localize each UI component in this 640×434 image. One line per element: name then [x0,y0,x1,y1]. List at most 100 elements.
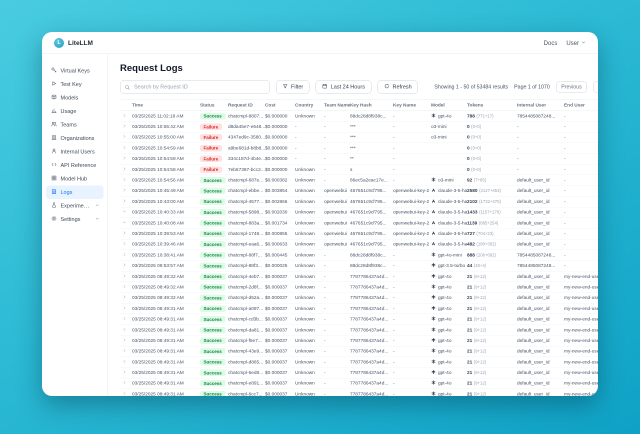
table-row[interactable]: 03/25/2025 08:49:31 AMSuccesschatcmpl-a0… [120,304,598,315]
sidebar-item-experimental[interactable]: Experimental [46,199,104,213]
cell-expand [120,113,132,120]
cell-country: Unknown [295,113,324,119]
sidebar-item-organizations[interactable]: Organizations [46,132,104,146]
sidebar-item-api-reference[interactable]: API Reference [46,159,104,173]
chevron-right-icon[interactable] [122,230,127,237]
table-row[interactable]: 03/25/2025 08:49:31 AMSuccesschatcmpl-43… [120,346,598,357]
chevron-right-icon[interactable] [122,305,127,312]
table-row[interactable]: 03/25/2025 08:49:31 AMSuccesschatcmpl-e8… [120,378,598,389]
table-row[interactable]: 03/25/2025 08:49:32 AMSuccesschatcmpl-4e… [120,271,598,282]
sidebar-item-virtual-keys[interactable]: Virtual Keys [46,64,104,78]
table-row[interactable]: 03/25/2025 10:54:56 AMSuccesschatcmpl-68… [120,175,598,186]
cell-request-id: chatcmpl-43e9... [228,349,265,355]
table-row[interactable]: 03/25/2025 08:49:32 AMSuccesschatcmpl-2d… [120,282,598,293]
cell-key-name: openwebui-key-2 [393,242,431,248]
filter-button[interactable]: Filter [276,80,310,94]
chevron-right-icon[interactable] [122,380,127,387]
cell-model: gpt-4o [431,359,467,366]
chevron-right-icon[interactable] [122,156,127,163]
cell-key-name: - [393,113,431,119]
chevron-right-icon[interactable] [122,124,127,131]
table-row[interactable]: 03/25/2025 11:02:18 AMSuccesschatcmpl-88… [120,111,598,122]
model-name: o3-mini [431,135,447,141]
cell-expand [120,337,132,344]
previous-page-button[interactable]: Previous [556,82,587,93]
table-row[interactable]: 03/25/2025 08:49:31 AMSuccesschatcmpl-6c… [120,389,598,396]
sidebar-item-test-key[interactable]: Test Key [46,78,104,92]
table-row[interactable]: 03/25/2025 10:39:46 AMSuccesschatcmpl-ea… [120,239,598,250]
chevron-right-icon[interactable] [122,113,127,120]
chevron-right-icon[interactable] [122,370,127,377]
status-badge: Failure [200,166,222,173]
sidebar-item-logs[interactable]: Logs [46,186,104,200]
chevron-right-icon[interactable] [122,273,127,280]
next-page-button[interactable]: Next [593,82,598,93]
pagination: Showing 1 - 50 of 53484 results Page 1 o… [434,82,598,93]
table-row[interactable]: 03/25/2025 10:40:08 AMSuccesschatcmpl-88… [120,218,598,229]
chevron-right-icon[interactable] [122,348,127,355]
docs-link[interactable]: Docs [544,39,558,46]
sidebar-item-internal-users[interactable]: Internal Users [46,145,104,159]
sidebar-item-usage[interactable]: Usage [46,105,104,119]
sidebar-item-model-hub[interactable]: Model Hub [46,172,104,186]
chevron-right-icon[interactable] [122,316,127,323]
chevron-right-icon[interactable] [122,134,127,141]
sidebar-item-teams[interactable]: Teams [46,118,104,132]
cell-tokens: 482(180+302) [467,242,517,248]
chevron-right-icon[interactable] [122,198,127,205]
table-row[interactable]: 03/25/2025 08:49:31 AMSuccesschatcmpl-f5… [120,336,598,347]
cell-status: Success [200,359,228,366]
cell-expand [120,134,132,141]
chevron-right-icon[interactable] [122,145,127,152]
table-row[interactable]: 03/25/2025 10:43:00 AMSuccesschatcmpl-45… [120,197,598,208]
table-row[interactable]: 03/25/2025 10:39:53 AMSuccesschatcmpl-17… [120,229,598,240]
cell-model: gpt-4o [431,284,467,291]
table-row[interactable]: 03/25/2025 08:49:32 AMSuccesschatcmpl-d5… [120,293,598,304]
table-row[interactable]: 03/25/2025 08:49:31 AMSuccesschatcmpl-cd… [120,314,598,325]
chevron-right-icon[interactable] [122,252,127,259]
chevron-right-icon[interactable] [122,391,127,396]
table-row[interactable]: 03/25/2025 10:55:00 AMFailure4347ed9c-35… [120,132,598,143]
table-row[interactable]: 03/25/2025 08:49:31 AMSuccesschatcmpl-6e… [120,368,598,379]
chevron-right-icon[interactable] [122,359,127,366]
chart-icon [51,108,57,116]
chevron-right-icon[interactable] [122,177,127,184]
time-range-button[interactable]: Last 24 Hours [316,80,372,94]
table-row[interactable]: 03/25/2025 10:54:59 AMFailure334c187d-4b… [120,154,598,165]
table-row[interactable]: 03/25/2025 10:54:59 AMFailurea9be681d-b8… [120,143,598,154]
table-row[interactable]: 03/25/2025 10:54:58 AMFailure7eb67387-bc… [120,164,598,175]
table-row[interactable]: 03/25/2025 09:53:57 AMSuccesschatcmpl-88… [120,261,598,272]
chevron-right-icon[interactable] [122,284,127,291]
chevron-right-icon[interactable] [122,295,127,302]
chevron-right-icon[interactable] [122,337,127,344]
chevron-right-icon[interactable] [122,241,127,248]
table-row[interactable]: 03/25/2025 10:38:41 AMSuccesschatcmpl-88… [120,250,598,261]
cell-key-hash: 467651c9cf795... [350,231,393,237]
chevron-right-icon[interactable] [122,188,127,195]
cell-model: o3-mini [431,177,467,184]
cell-internal-user: default_user_id [517,199,564,205]
user-menu[interactable]: User [566,39,586,46]
refresh-button[interactable]: Refresh [377,80,418,94]
cell-cost: $0.000000 [265,156,295,162]
chevron-down-icon[interactable] [122,220,127,227]
table-row[interactable]: 03/25/2025 08:49:31 AMSuccesschatcmpl-d8… [120,357,598,368]
table-row[interactable]: 03/25/2025 10:40:33 AMSuccesschatcmpl-58… [120,207,598,218]
tokens-detail: (9+12) [474,349,486,354]
cell-time: 03/25/2025 09:53:57 AM [132,263,200,269]
cell-team-name: openwebui [324,242,350,248]
table-row[interactable]: 03/25/2025 10:45:49 AMSuccesschatcmpl-eb… [120,186,598,197]
sidebar-item-settings[interactable]: Settings [46,213,104,227]
chevron-right-icon[interactable] [122,166,127,173]
table-row[interactable]: 03/25/2025 08:49:31 AMSuccesschatcmpl-da… [120,325,598,336]
cell-key-name: - [393,284,431,290]
cell-internal-user: default_user_id [517,391,564,396]
search-input[interactable] [120,80,270,94]
sidebar-item-models[interactable]: Models [46,91,104,105]
chevron-down-icon[interactable] [122,209,127,216]
chevron-right-icon[interactable] [122,263,127,270]
chevron-right-icon[interactable] [122,327,127,334]
table-row[interactable]: 03/25/2025 10:55:42 AMFailured8da45e7-e6… [120,122,598,133]
model-name: claude-3-5-hai... [438,242,467,248]
model-name: gpt-4o-mini [438,252,462,258]
